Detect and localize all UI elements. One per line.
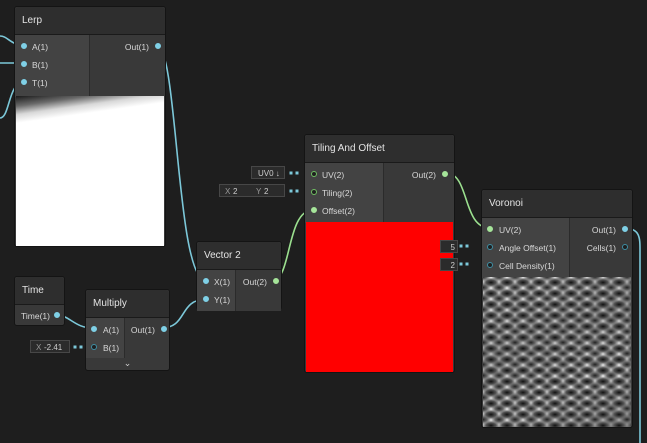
vector2-node[interactable]: Vector 2 X(1) Y(1) Out(2) [196,241,282,311]
tiling-uv-field[interactable]: UV0 ↓ [251,166,285,179]
voronoi-title: Voronoi [482,190,632,218]
vector2-input-y[interactable]: Y(1) [197,291,230,309]
port-dot-icon[interactable] [622,226,628,232]
lerp-input-a[interactable]: A(1) [15,38,48,56]
port-dot-icon[interactable] [203,296,209,302]
lerp-preview [16,96,164,246]
voronoi-input-angle-offset[interactable]: Angle Offset(1) [482,239,556,257]
tiling-input-offset[interactable]: Offset(2) [305,202,355,220]
port-dot-icon[interactable] [487,226,493,232]
lerp-input-b[interactable]: B(1) [15,56,48,74]
port-dot-icon[interactable] [311,171,317,177]
lerp-output[interactable]: Out(1) [89,38,165,56]
port-dot-icon[interactable] [91,344,97,350]
port-dot-icon[interactable] [54,312,60,318]
tiling-input-uv[interactable]: UV(2) [305,166,344,184]
port-dot-icon[interactable] [273,278,279,284]
voronoi-cell-density-field[interactable]: 2 [440,258,458,271]
voronoi-angle-offset-field[interactable]: 5 [440,240,458,253]
multiply-b-field[interactable]: X -2.41 [30,340,70,353]
lerp-node[interactable]: Lerp A(1) B(1) T(1) Out(1) [14,6,166,247]
tiling-title: Tiling And Offset [305,135,454,163]
multiply-node[interactable]: Multiply A(1) B(1) Out(1) ⌄ [85,289,170,371]
tiling-preview [306,222,453,372]
lerp-input-t[interactable]: T(1) [15,74,48,92]
voronoi-preview [483,277,631,427]
port-dot-icon[interactable] [21,61,27,67]
time-node[interactable]: Time Time(1) [14,276,65,326]
voronoi-output-cells[interactable]: Cells(1) [569,239,632,257]
vector2-output[interactable]: Out(2) [235,273,281,291]
port-dot-icon[interactable] [311,207,317,213]
expand-chevron-icon[interactable]: ⌄ [86,358,169,369]
port-dot-icon[interactable] [487,244,493,250]
voronoi-input-cell-density[interactable]: Cell Density(1) [482,257,555,275]
time-output[interactable]: Time(1) [15,307,64,325]
multiply-title: Multiply [86,290,169,318]
vector2-title: Vector 2 [197,242,281,270]
port-dot-icon[interactable] [487,262,493,268]
tiling-output[interactable]: Out(2) [383,166,454,184]
port-dot-icon[interactable] [311,189,317,195]
port-dot-icon[interactable] [161,326,167,332]
lerp-title: Lerp [15,7,165,35]
voronoi-node[interactable]: Voronoi UV(2) Angle Offset(1) Cell Densi… [481,189,633,428]
port-dot-icon[interactable] [21,43,27,49]
port-dot-icon[interactable] [622,244,628,250]
multiply-input-b[interactable]: B(1) [86,339,119,357]
voronoi-input-uv[interactable]: UV(2) [482,221,521,239]
port-dot-icon[interactable] [21,79,27,85]
port-dot-icon[interactable] [442,171,448,177]
vector2-input-x[interactable]: X(1) [197,273,230,291]
time-title: Time [15,277,64,305]
tiling-and-offset-node[interactable]: Tiling And Offset UV(2) Tiling(2) Offset… [304,134,455,373]
port-dot-icon[interactable] [91,326,97,332]
port-dot-icon[interactable] [155,43,161,49]
voronoi-output-out[interactable]: Out(1) [569,221,632,239]
multiply-input-a[interactable]: A(1) [86,321,119,339]
tiling-vector-field[interactable]: X 2 Y 2 [219,184,285,197]
port-dot-icon[interactable] [203,278,209,284]
multiply-output[interactable]: Out(1) [124,321,169,339]
tiling-input-tiling[interactable]: Tiling(2) [305,184,352,202]
